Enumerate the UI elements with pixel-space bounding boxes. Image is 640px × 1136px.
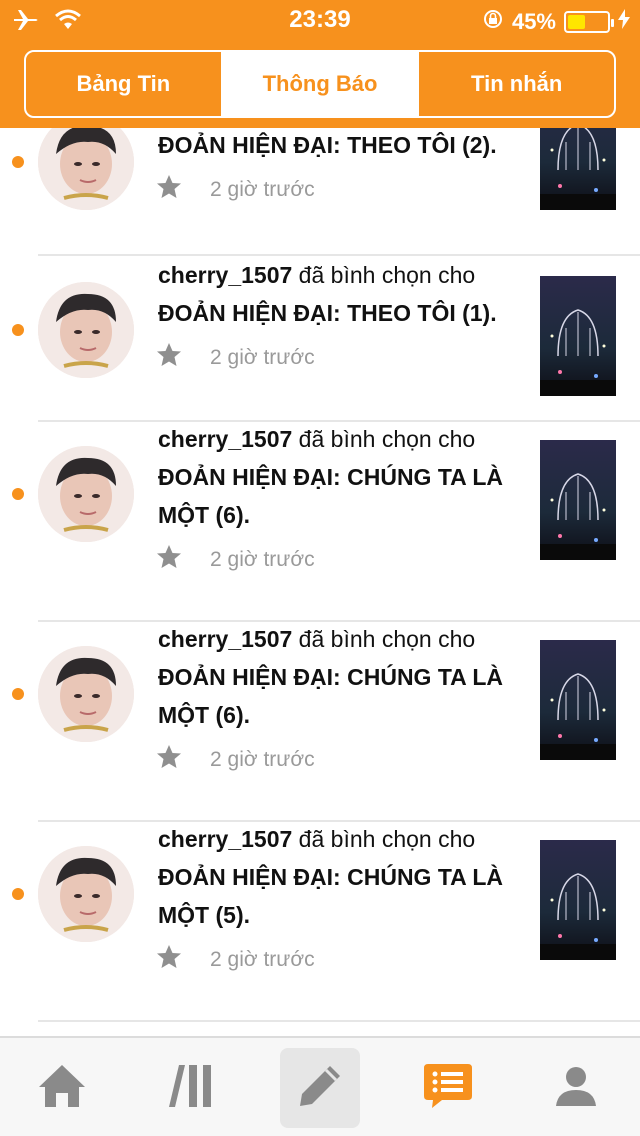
avatar[interactable] [38,128,134,210]
timestamp: 2 giờ trước [210,346,315,369]
unread-dot [12,488,24,500]
notification-item[interactable]: cherry_1507 đã bình chọn cho ĐOẢN HIỆN Đ… [0,622,640,822]
nav-compose[interactable] [280,1048,360,1128]
notification-meta: 2 giờ trước [156,944,315,976]
status-bar: 23:39 45% [0,0,640,40]
battery-percent: 45% [511,8,556,34]
notification-text: cherry_1507 đã bình chọn cho ĐOẢN HIỆN Đ… [158,128,530,164]
nav-home[interactable] [22,1048,102,1128]
username-link[interactable]: cherry_1507 [158,262,292,288]
star-icon [156,544,182,576]
timestamp: 2 giờ trước [210,948,315,971]
story-cover-thumbnail[interactable] [540,840,616,960]
notification-meta: 2 giờ trước [156,744,315,776]
row-divider [38,1020,640,1022]
avatar[interactable] [38,646,134,742]
story-cover-thumbnail[interactable] [540,276,616,396]
star-icon [156,944,182,976]
nav-notifications[interactable] [408,1048,488,1128]
notification-meta: 2 giờ trước [156,544,315,576]
unread-dot [12,888,24,900]
timestamp: 2 giờ trước [210,548,315,571]
story-title-link[interactable]: ĐOẢN HIỆN ĐẠI: CHÚNG TA LÀ MỘT (6). [158,464,503,528]
profile-icon [554,1064,598,1113]
story-cover-thumbnail[interactable] [540,440,616,560]
unread-dot [12,324,24,336]
timestamp: 2 giờ trước [210,748,315,771]
rotation-lock-icon [482,8,504,35]
notification-list: cherry_1507 đã bình chọn cho ĐOẢN HIỆN Đ… [0,128,640,1036]
star-icon [156,174,182,206]
notification-text: cherry_1507 đã bình chọn cho ĐOẢN HIỆN Đ… [158,256,530,332]
notification-item[interactable]: cherry_1507 đã bình chọn cho ĐOẢN HIỆN Đ… [0,422,640,622]
story-title-link[interactable]: ĐOẢN HIỆN ĐẠI: CHÚNG TA LÀ MỘT (6). [158,664,503,728]
tab-tin-nhan[interactable]: Tin nhắn [419,52,614,116]
unread-dot [12,156,24,168]
avatar[interactable] [38,846,134,942]
pencil-icon [296,1062,344,1115]
action-text: đã bình chọn cho [292,426,482,452]
notification-text: cherry_1507 đã bình chọn cho ĐOẢN HIỆN Đ… [158,620,530,734]
battery-icon [564,10,614,33]
notification-item[interactable]: cherry_1507 đã bình chọn cho ĐOẢN HIỆN Đ… [0,822,640,1022]
action-text: đã bình chọn cho [292,262,482,288]
tab-bang-tin[interactable]: Bảng Tin [26,52,223,116]
tab-thong-bao[interactable]: Thông Báo [222,52,420,116]
battery-level [568,14,586,29]
charging-bolt-icon [618,9,630,34]
notification-text: cherry_1507 đã bình chọn cho ĐOẢN HIỆN Đ… [158,820,530,934]
story-cover-thumbnail[interactable] [540,640,616,760]
segmented-tabs: Bảng Tin Thông Báo Tin nhắn [24,50,616,118]
story-title-link[interactable]: ĐOẢN HIỆN ĐẠI: CHÚNG TA LÀ MỘT (5). [158,864,503,928]
app-header: 23:39 45% Bảng Tin Thông Báo Tin nhắn [0,0,640,128]
story-title-link[interactable]: ĐOẢN HIỆN ĐẠI: THEO TÔI (2). [158,132,497,158]
avatar[interactable] [38,446,134,542]
username-link[interactable]: cherry_1507 [158,626,292,652]
bottom-nav [0,1036,640,1136]
star-icon [156,744,182,776]
star-icon [156,342,182,374]
action-text: đã bình chọn cho [292,626,482,652]
notification-meta: 2 giờ trước [156,174,315,206]
story-cover-thumbnail[interactable] [540,128,616,210]
nav-profile[interactable] [536,1048,616,1128]
notifications-icon [422,1062,474,1115]
home-icon [37,1063,87,1114]
action-text: đã bình chọn cho [292,826,482,852]
avatar[interactable] [38,282,134,378]
notification-meta: 2 giờ trước [156,342,315,374]
username-link[interactable]: cherry_1507 [158,826,292,852]
nav-library[interactable] [152,1048,232,1128]
notification-text: cherry_1507 đã bình chọn cho ĐOẢN HIỆN Đ… [158,420,530,534]
timestamp: 2 giờ trước [210,178,315,201]
story-title-link[interactable]: ĐOẢN HIỆN ĐẠI: THEO TÔI (1). [158,300,497,326]
username-link[interactable]: cherry_1507 [158,426,292,452]
library-icon [167,1063,217,1114]
unread-dot [12,688,24,700]
